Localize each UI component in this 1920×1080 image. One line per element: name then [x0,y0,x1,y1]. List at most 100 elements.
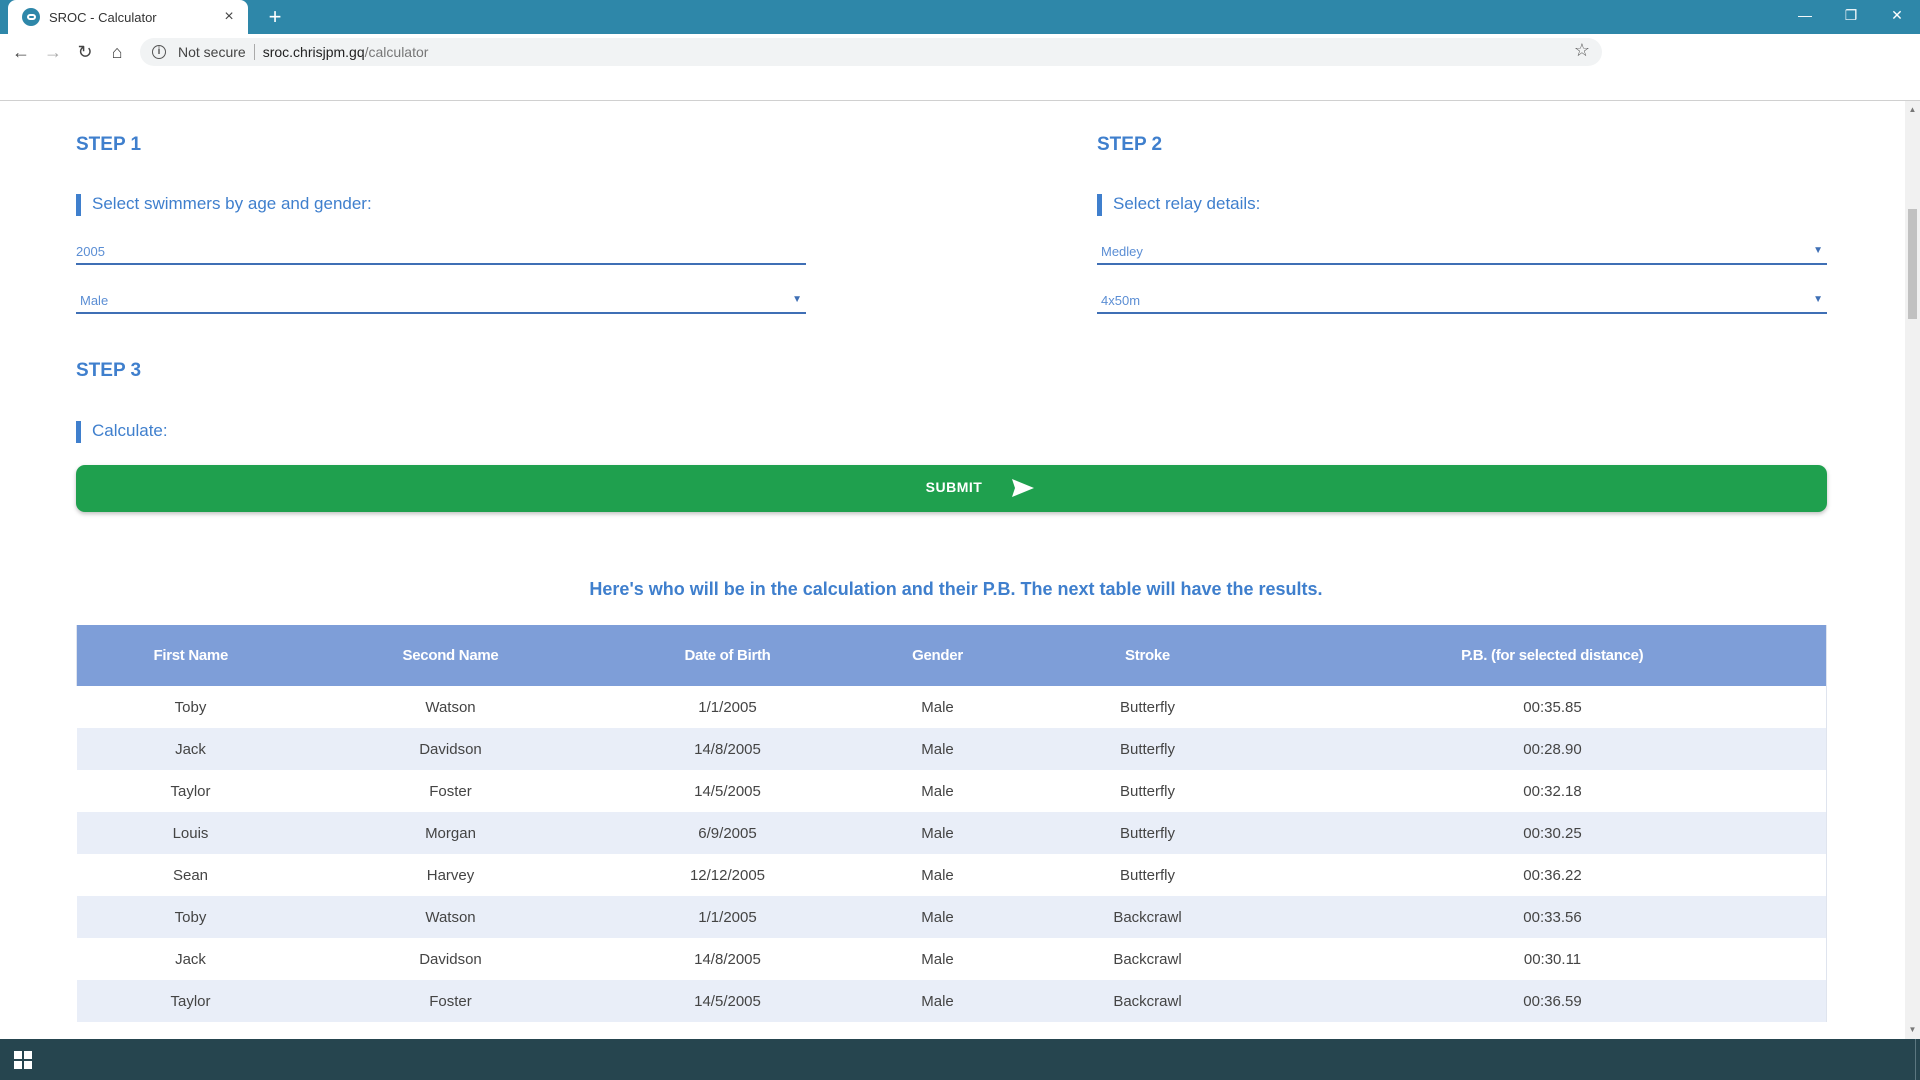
distance-dropdown-caret-icon: ▼ [1813,294,1823,305]
cell-date-of-birth: 1/1/2005 [596,686,859,728]
cell-stroke: Butterfly [1016,686,1279,728]
cell-pb: 00:36.22 [1278,854,1827,896]
table-row: Taylor Foster 14/5/2005 Male Butterfly 00:32.… [76,770,1827,812]
cell-pb: 00:33.56 [1278,896,1827,938]
cell-second-name: Foster [304,980,597,1022]
column-header-second-name: Second Name [304,625,597,686]
table-row: Jack Davidson 14/8/2005 Male Backcrawl 00:30.… [76,938,1827,980]
windows-start-icon[interactable] [14,1051,32,1069]
url-host: sroc.chrisjpm.gq [262,44,365,60]
relay-stroke-value: Medley [1101,244,1143,259]
restore-window-icon[interactable]: ❐ [1828,0,1874,30]
table-row: Jack Davidson 14/8/2005 Male Butterfly 00:28.… [76,728,1827,770]
cell-second-name: Davidson [304,938,597,980]
cell-date-of-birth: 14/5/2005 [596,770,859,812]
table-row: Louis Morgan 6/9/2005 Male Butterfly 00:30.25 [76,812,1827,854]
swimmers-table: First Name Second Name Date of Birth Gen… [76,625,1827,1022]
column-header-first-name: First Name [76,625,305,686]
step3-label: Calculate: [76,421,168,443]
cell-first-name: Taylor [76,980,305,1022]
cell-gender: Male [858,770,1017,812]
security-status: Not secure [178,44,246,60]
birth-year-input[interactable]: 2005 [76,235,806,265]
cell-stroke: Butterfly [1016,812,1279,854]
table-row: Taylor Foster 14/5/2005 Male Backcrawl 00:36.… [76,980,1827,1022]
table-row: Sean Harvey 12/12/2005 Male Butterfly 00:36.2… [76,854,1827,896]
os-taskbar [0,1039,1920,1080]
cell-first-name: Taylor [76,770,305,812]
minimize-window-icon[interactable]: — [1782,0,1828,30]
close-window-icon[interactable]: ✕ [1874,0,1920,30]
gender-select[interactable]: Male ▼ [76,284,806,314]
cell-stroke: Butterfly [1016,854,1279,896]
page-scrollbar[interactable]: ▲ ▼ [1905,101,1920,1039]
cell-pb: 00:30.25 [1278,812,1827,854]
step3-title: STEP 3 [76,360,142,381]
cell-stroke: Backcrawl [1016,896,1279,938]
relay-distance-value: 4x50m [1101,293,1141,308]
column-header-date-of-birth: Date of Birth [596,625,859,686]
scroll-up-icon[interactable]: ▲ [1905,103,1920,117]
step2-title: STEP 2 [1097,134,1163,155]
step1-label: Select swimmers by age and gender: [76,194,372,216]
table-row: Toby Watson 1/1/2005 Male Backcrawl 00:33.56 [76,896,1827,938]
cell-stroke: Backcrawl [1016,938,1279,980]
cell-gender: Male [858,728,1017,770]
submit-button[interactable]: SUBMIT [76,465,1827,512]
cell-first-name: Jack [76,938,305,980]
table-body: Toby Watson 1/1/2005 Male Butterfly 00:35.85 J… [76,686,1827,1022]
scroll-thumb[interactable] [1908,209,1917,319]
cell-first-name: Jack [76,728,305,770]
tab-title: SROC - Calculator [49,9,157,25]
home-icon[interactable]: ⌂ [104,39,130,65]
cell-second-name: Watson [304,896,597,938]
cell-first-name: Louis [76,812,305,854]
column-header-pb: P.B. (for selected distance) [1278,625,1827,686]
cell-gender: Male [858,980,1017,1022]
new-tab-button[interactable]: + [262,4,288,30]
cell-pb: 00:32.18 [1278,770,1827,812]
url-path: /calculator [364,44,429,60]
back-arrow-icon[interactable]: ← [8,39,34,65]
column-header-gender: Gender [858,625,1017,686]
cell-gender: Male [858,686,1017,728]
address-bar[interactable]: i Not secure sroc.chrisjpm.gq/calculator… [140,38,1602,66]
table-intro-text: Here's who will be in the calculation an… [0,579,1905,600]
browser-tab-bar: SROC - Calculator × + — ❐ ✕ [0,0,1920,34]
cell-gender: Male [858,812,1017,854]
site-info-icon[interactable]: i [152,45,166,59]
forward-arrow-icon[interactable]: → [40,39,66,65]
relay-stroke-select[interactable]: Medley ▼ [1097,235,1827,265]
table-intro-span: Here's who will be in the calculation an… [589,579,1323,599]
column-header-stroke: Stroke [1016,625,1279,686]
gender-dropdown-caret-icon: ▼ [792,294,802,305]
submit-label: SUBMIT [925,479,983,495]
step1-title: STEP 1 [76,134,142,155]
cell-date-of-birth: 14/5/2005 [596,980,859,1022]
send-arrow-icon [1012,479,1034,497]
cell-second-name: Watson [304,686,597,728]
calculator-page: STEP 1 Select swimmers by age and gender… [0,101,1905,1039]
site-favicon-icon [22,8,40,26]
cell-gender: Male [858,938,1017,980]
cell-date-of-birth: 1/1/2005 [596,896,859,938]
cell-date-of-birth: 14/8/2005 [596,728,859,770]
cell-pb: 00:30.11 [1278,938,1827,980]
cell-gender: Male [858,854,1017,896]
cell-pb: 00:36.59 [1278,980,1827,1022]
step2-label: Select relay details: [1097,194,1260,216]
relay-distance-select[interactable]: 4x50m ▼ [1097,284,1827,314]
cell-date-of-birth: 14/8/2005 [596,938,859,980]
scroll-down-icon[interactable]: ▼ [1905,1023,1920,1037]
cell-gender: Male [858,896,1017,938]
cell-first-name: Toby [76,686,305,728]
cell-stroke: Butterfly [1016,728,1279,770]
tab-close-icon[interactable]: × [220,8,238,26]
reload-icon[interactable]: ↻ [72,39,98,65]
browser-tab[interactable]: SROC - Calculator × [8,0,248,34]
cell-pb: 00:35.85 [1278,686,1827,728]
cell-second-name: Harvey [304,854,597,896]
show-desktop-button[interactable] [1915,1039,1920,1080]
bookmark-star-icon[interactable]: ☆ [1574,40,1590,61]
cell-first-name: Sean [76,854,305,896]
